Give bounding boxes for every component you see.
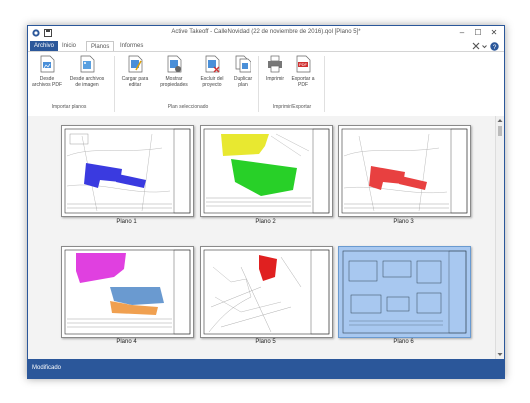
plan-label-1: Plano 1: [116, 219, 137, 225]
minimize-button[interactable]: –: [456, 27, 468, 39]
group-label-selected-plan: Plan seleccionado: [167, 104, 209, 110]
svg-text:?: ?: [493, 44, 497, 51]
plan-4-highlight: [76, 253, 126, 283]
plan-2-highlight: [231, 159, 297, 196]
duplicate-icon: [235, 55, 252, 73]
plan-2-zone-yellow: [221, 134, 269, 156]
exclude-label: Excluir del proyecto: [200, 76, 224, 88]
scroll-down-icon[interactable]: [497, 352, 503, 357]
import-image-button[interactable]: Desde archivos de imagen: [68, 55, 106, 88]
status-text: Modificado: [32, 365, 62, 371]
title-bar: Active Takeoff - CalleNovidad (22 de nov…: [28, 26, 504, 40]
plan-thumbnail-2[interactable]: [200, 125, 333, 217]
plan-label-3: Plano 3: [393, 219, 414, 225]
edit-plan-icon: [128, 55, 143, 73]
maximize-button[interactable]: ☐: [472, 27, 484, 39]
plan-4-drawing: [64, 249, 191, 335]
plan-thumbnail-1[interactable]: [61, 125, 194, 217]
tools-icon[interactable]: [472, 42, 480, 50]
properties-button[interactable]: Mostrar propiedades: [156, 55, 192, 88]
properties-icon: [167, 55, 182, 73]
save-icon[interactable]: [44, 29, 52, 37]
plan-label-2: Plano 2: [255, 219, 276, 225]
export-pdf-label: Exportar a PDF: [291, 76, 315, 88]
exclude-button[interactable]: Excluir del proyecto: [196, 55, 228, 88]
plan-thumbnail-6[interactable]: [338, 246, 471, 338]
import-image-label: Desde archivos de imagen: [69, 76, 105, 88]
tab-inicio[interactable]: Inicio: [58, 41, 80, 51]
duplicate-button[interactable]: Duplicar plan: [230, 55, 256, 88]
plan-label-4: Plano 4: [116, 339, 137, 345]
properties-label: Mostrar propiedades: [160, 76, 188, 88]
image-import-icon: [80, 55, 95, 73]
plan-thumbnail-4[interactable]: [61, 246, 194, 338]
status-bar: Modificado: [28, 359, 504, 378]
plan-4-zone-blue: [110, 287, 164, 305]
print-label: Imprimir: [265, 76, 285, 82]
plan-label-5: Plano 5: [255, 339, 276, 345]
export-pdf-button[interactable]: PDF Exportar a PDF: [288, 55, 318, 88]
plan-1-drawing: [64, 128, 191, 214]
plan-label-6: Plano 6: [393, 339, 414, 345]
chevron-down-icon[interactable]: [482, 44, 487, 49]
plan-5-highlight: [259, 255, 277, 281]
ribbon-separator: [258, 56, 259, 112]
plan-1-highlight: [116, 174, 146, 188]
plan-6-drawing: [342, 250, 467, 334]
import-pdf-button[interactable]: Desde archivos PDF: [32, 55, 62, 88]
plan-thumbnail-5[interactable]: [200, 246, 333, 338]
help-icon[interactable]: ?: [490, 42, 499, 51]
export-pdf-icon: PDF: [296, 55, 311, 73]
scrollbar-thumb[interactable]: [498, 126, 502, 136]
app-logo-icon[interactable]: [32, 29, 40, 37]
ribbon: Desde archivos PDF Desde archivos de ima…: [28, 51, 504, 117]
printer-icon: [268, 55, 282, 73]
close-button[interactable]: ✕: [488, 27, 500, 39]
plan-3-highlight: [399, 176, 427, 190]
ribbon-tabs: Archivo Inicio Planos Informes ?: [28, 41, 504, 52]
window-title: Active Takeoff - CalleNovidad (22 de nov…: [171, 29, 361, 35]
ribbon-separator: [114, 56, 115, 112]
plan-2-drawing: [203, 128, 330, 214]
import-pdf-label: Desde archivos PDF: [32, 76, 63, 88]
plan-thumbnail-3[interactable]: [338, 125, 471, 217]
ribbon-separator: [324, 56, 325, 112]
group-label-print-export: Imprimir/Exportar: [272, 104, 312, 110]
plan-3-drawing: [341, 128, 468, 214]
tab-informes[interactable]: Informes: [116, 41, 147, 51]
exclude-icon: [205, 55, 220, 73]
duplicate-label: Duplicar plan: [233, 76, 253, 88]
vertical-scrollbar[interactable]: [495, 116, 504, 359]
svg-text:PDF: PDF: [299, 62, 308, 67]
group-label-import: Importar planos: [51, 104, 87, 110]
print-button[interactable]: Imprimir: [262, 55, 288, 82]
plans-gallery: Plano 1 Plano 2 Plano 3 Plano 4 Plano 5 …: [28, 116, 504, 359]
tab-archivo[interactable]: Archivo: [30, 41, 59, 51]
pdf-import-icon: [40, 55, 55, 73]
edit-plan-label: Cargar para editar: [121, 76, 149, 88]
plan-3-highlight: [369, 166, 405, 190]
edit-plan-button[interactable]: Cargar para editar: [120, 55, 150, 88]
plan-5-drawing: [203, 249, 330, 335]
scroll-up-icon[interactable]: [497, 118, 503, 123]
plan-1-highlight: [84, 163, 122, 188]
app-window: Active Takeoff - CalleNovidad (22 de nov…: [27, 25, 505, 379]
